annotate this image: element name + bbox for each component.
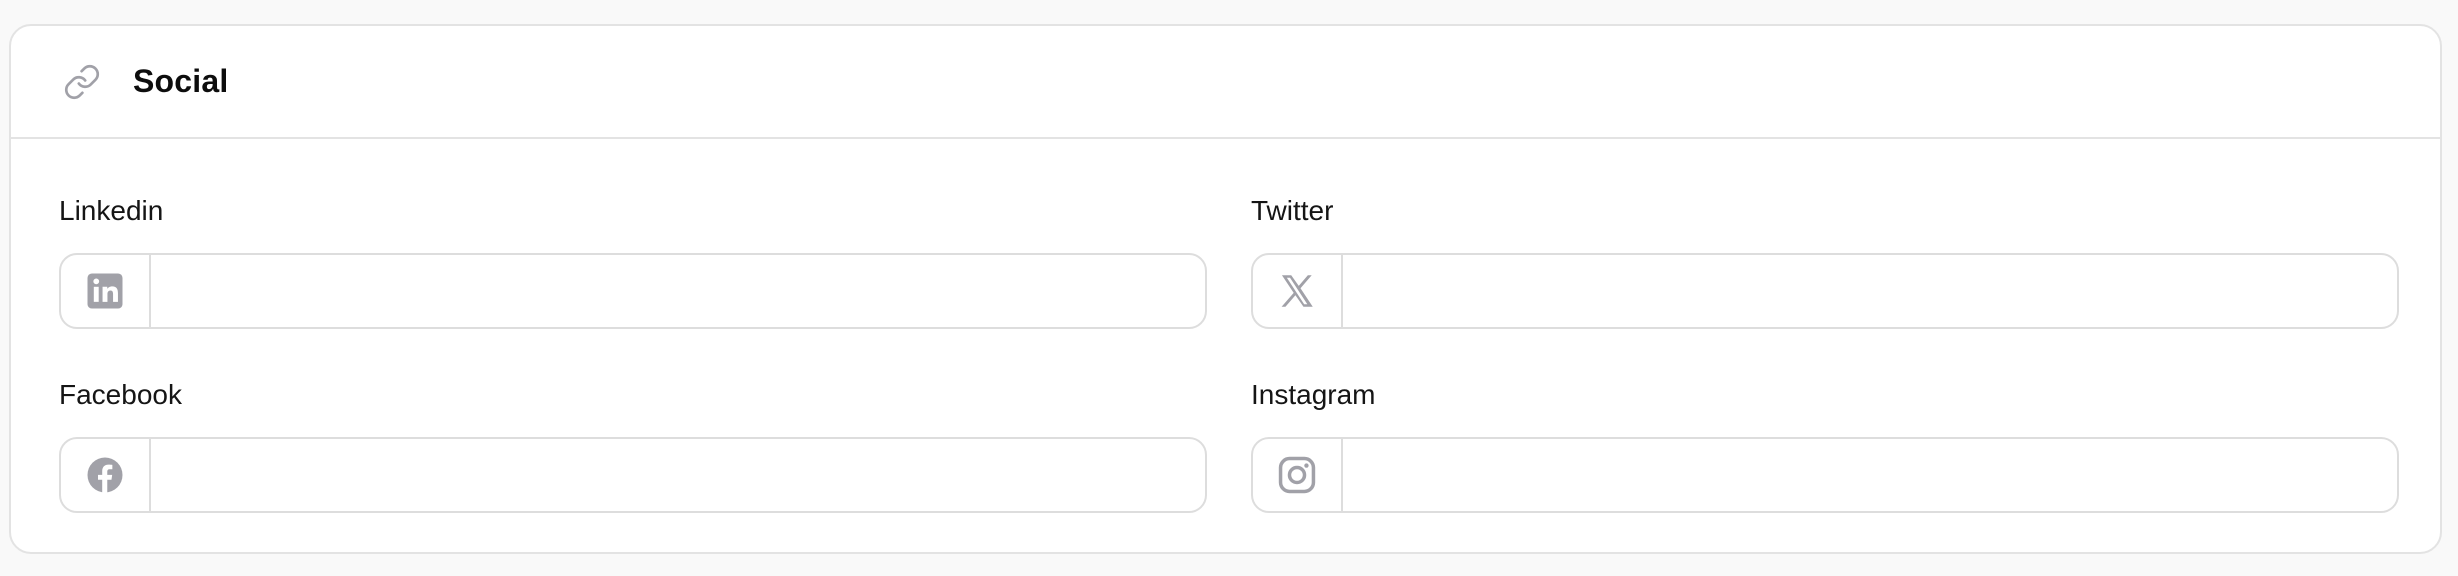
card-title: Social: [133, 63, 229, 99]
facebook-field: Facebook: [59, 377, 1207, 513]
facebook-label: Facebook: [59, 379, 182, 410]
instagram-label: Instagram: [1251, 379, 1376, 410]
twitter-input[interactable]: [1343, 255, 2397, 327]
instagram-input-group: [1251, 437, 2399, 513]
linkedin-field: Linkedin: [59, 193, 1207, 329]
link-icon: [63, 63, 101, 101]
twitter-field: Twitter: [1251, 193, 2399, 329]
card-header: Social: [11, 26, 2440, 139]
instagram-icon: [1253, 439, 1343, 511]
instagram-field: Instagram: [1251, 377, 2399, 513]
twitter-input-group: [1251, 253, 2399, 329]
twitter-label: Twitter: [1251, 195, 1334, 226]
facebook-input[interactable]: [151, 439, 1205, 511]
linkedin-input-group: [59, 253, 1207, 329]
linkedin-input[interactable]: [151, 255, 1205, 327]
card-body: Linkedin Twitter Facebook Instagram: [11, 139, 2440, 552]
instagram-input[interactable]: [1343, 439, 2397, 511]
linkedin-icon: [61, 255, 151, 327]
facebook-icon: [61, 439, 151, 511]
social-card: Social Linkedin Twitter Facebook Instagr…: [9, 24, 2442, 554]
facebook-input-group: [59, 437, 1207, 513]
x-twitter-icon: [1253, 255, 1343, 327]
linkedin-label: Linkedin: [59, 195, 164, 226]
